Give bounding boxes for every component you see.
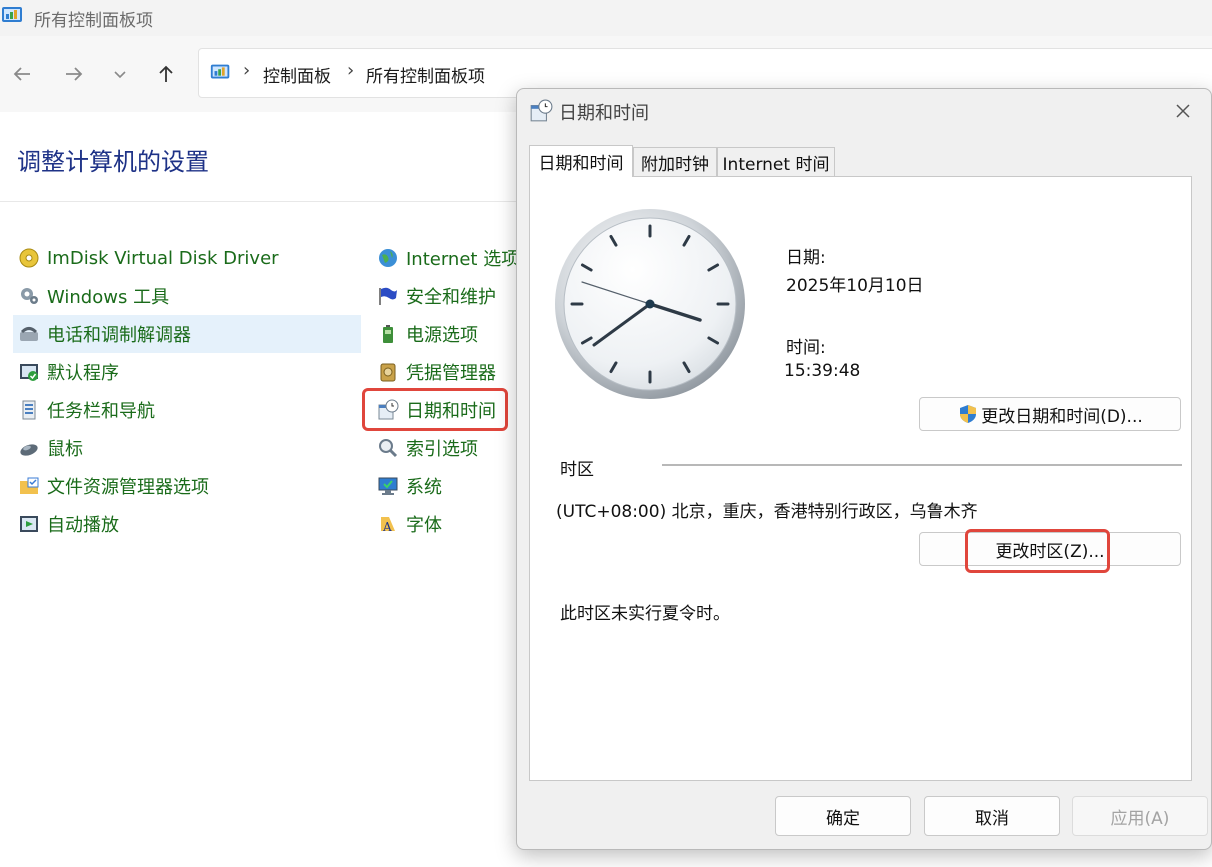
cp-item-label: 电话和调制解调器 <box>47 325 191 346</box>
autoplay-icon <box>17 512 41 536</box>
dialog-title: 日期和时间 <box>559 103 649 124</box>
up-arrow-icon <box>159 65 173 82</box>
change-date-time-label: 更改日期和时间(D)... <box>981 406 1143 427</box>
recent-locations-button[interactable] <box>104 58 136 90</box>
cp-item-label: 鼠标 <box>47 439 83 460</box>
cp-item-label: 文件资源管理器选项 <box>47 477 209 498</box>
page-title: 调整计算机的设置 <box>17 148 209 176</box>
cp-item-default-programs[interactable]: 默认程序 <box>13 353 361 391</box>
section-divider <box>662 464 1182 466</box>
uac-shield-icon <box>960 405 977 423</box>
date-time-dialog: 日期和时间 日期和时间 附加时钟 Internet 时间 日期: 2025年10… <box>516 88 1212 850</box>
date-label: 日期: <box>786 248 826 268</box>
chevron-down-icon <box>114 71 126 79</box>
breadcrumb-all-items[interactable]: 所有控制面板项 <box>366 62 485 87</box>
cp-item-windows-tools[interactable]: Windows 工具 <box>13 277 361 315</box>
cp-item-imdisk[interactable]: ImDisk Virtual Disk Driver <box>13 239 361 277</box>
date-value: 2025年10月10日 <box>786 276 924 296</box>
cp-item-file-explorer-options[interactable]: 文件资源管理器选项 <box>13 467 361 505</box>
battery-icon <box>376 322 400 346</box>
close-button[interactable] <box>1163 95 1203 127</box>
cp-item-phone-modem[interactable]: 电话和调制解调器 <box>13 315 361 353</box>
tab-date-time[interactable]: 日期和时间 <box>529 145 633 177</box>
back-button[interactable] <box>6 58 38 90</box>
mouse-icon <box>17 436 41 460</box>
cp-item-taskbar[interactable]: 任务栏和导航 <box>13 391 361 429</box>
cp-item-mouse[interactable]: 鼠标 <box>13 429 361 467</box>
cp-item-credential-manager[interactable]: 凭据管理器 <box>372 353 512 391</box>
cp-item-label: ImDisk Virtual Disk Driver <box>47 247 279 269</box>
control-panel-icon <box>209 61 233 83</box>
svg-text:A: A <box>382 520 392 534</box>
index-search-icon <box>376 436 400 460</box>
ok-button[interactable]: 确定 <box>775 796 911 836</box>
highlight-date-time-item <box>362 388 508 431</box>
internet-globe-icon <box>376 246 400 270</box>
divider <box>0 201 520 202</box>
breadcrumb-control-panel[interactable]: 控制面板 <box>263 62 331 87</box>
cp-item-label: 系统 <box>406 477 442 498</box>
tools-icon <box>17 284 41 308</box>
highlight-change-timezone <box>965 529 1110 573</box>
tab-panel-date-time: 日期: 2025年10月10日 时间: 15:39:48 更改日期和时间(D).… <box>529 176 1192 781</box>
cp-item-label: 电源选项 <box>406 325 478 346</box>
cp-item-label: 安全和维护 <box>406 287 496 308</box>
flag-icon <box>376 284 400 308</box>
cp-item-label: 字体 <box>406 515 442 536</box>
cp-item-label: 默认程序 <box>47 363 119 384</box>
disk-icon <box>17 246 41 270</box>
forward-button[interactable] <box>58 58 90 90</box>
window-title: 所有控制面板项 <box>34 11 153 31</box>
cp-item-system[interactable]: 系统 <box>372 467 512 505</box>
cp-item-label: Internet 选项 <box>406 249 520 270</box>
taskbar-icon <box>17 398 41 422</box>
fonts-icon: A <box>376 512 400 536</box>
credential-vault-icon <box>376 360 400 384</box>
tab-additional-clocks[interactable]: 附加时钟 <box>633 147 717 177</box>
monitor-icon <box>376 474 400 498</box>
cp-item-label: Windows 工具 <box>47 287 170 308</box>
timezone-value: (UTC+08:00) 北京，重庆，香港特别行政区，乌鲁木齐 <box>556 502 978 522</box>
up-button[interactable] <box>150 58 182 90</box>
apply-button[interactable]: 应用(A) <box>1072 796 1208 836</box>
breadcrumb-separator-icon: › <box>347 60 355 81</box>
phone-icon <box>17 322 41 346</box>
cp-item-autoplay[interactable]: 自动播放 <box>13 505 361 543</box>
cp-item-internet-options[interactable]: Internet 选项 <box>372 239 532 277</box>
cp-item-label: 任务栏和导航 <box>47 401 155 422</box>
window-titlebar: 所有控制面板项 <box>0 0 1212 36</box>
dst-note: 此时区未实行夏令时。 <box>560 604 730 624</box>
timezone-section-label: 时区 <box>560 460 594 480</box>
time-label: 时间: <box>786 338 826 358</box>
cp-item-label: 凭据管理器 <box>406 363 496 384</box>
date-time-icon <box>529 99 553 123</box>
close-icon <box>1176 104 1190 118</box>
analog-clock <box>552 207 752 405</box>
folder-options-icon <box>17 474 41 498</box>
forward-arrow-icon <box>66 67 83 81</box>
back-arrow-icon <box>13 67 30 81</box>
cp-item-security-maintenance[interactable]: 安全和维护 <box>372 277 512 315</box>
cp-item-power-options[interactable]: 电源选项 <box>372 315 512 353</box>
cp-item-indexing-options[interactable]: 索引选项 <box>372 429 512 467</box>
change-date-time-button[interactable]: 更改日期和时间(D)... <box>919 397 1181 431</box>
cp-item-fonts[interactable]: A 字体 <box>372 505 512 543</box>
default-programs-icon <box>17 360 41 384</box>
cp-item-label: 索引选项 <box>406 439 478 460</box>
tab-internet-time[interactable]: Internet 时间 <box>717 147 835 177</box>
breadcrumb-separator-icon: › <box>243 60 251 81</box>
time-value: 15:39:48 <box>784 361 861 381</box>
cp-item-label: 自动播放 <box>47 515 119 536</box>
control-panel-icon <box>0 4 26 26</box>
cancel-button[interactable]: 取消 <box>924 796 1060 836</box>
